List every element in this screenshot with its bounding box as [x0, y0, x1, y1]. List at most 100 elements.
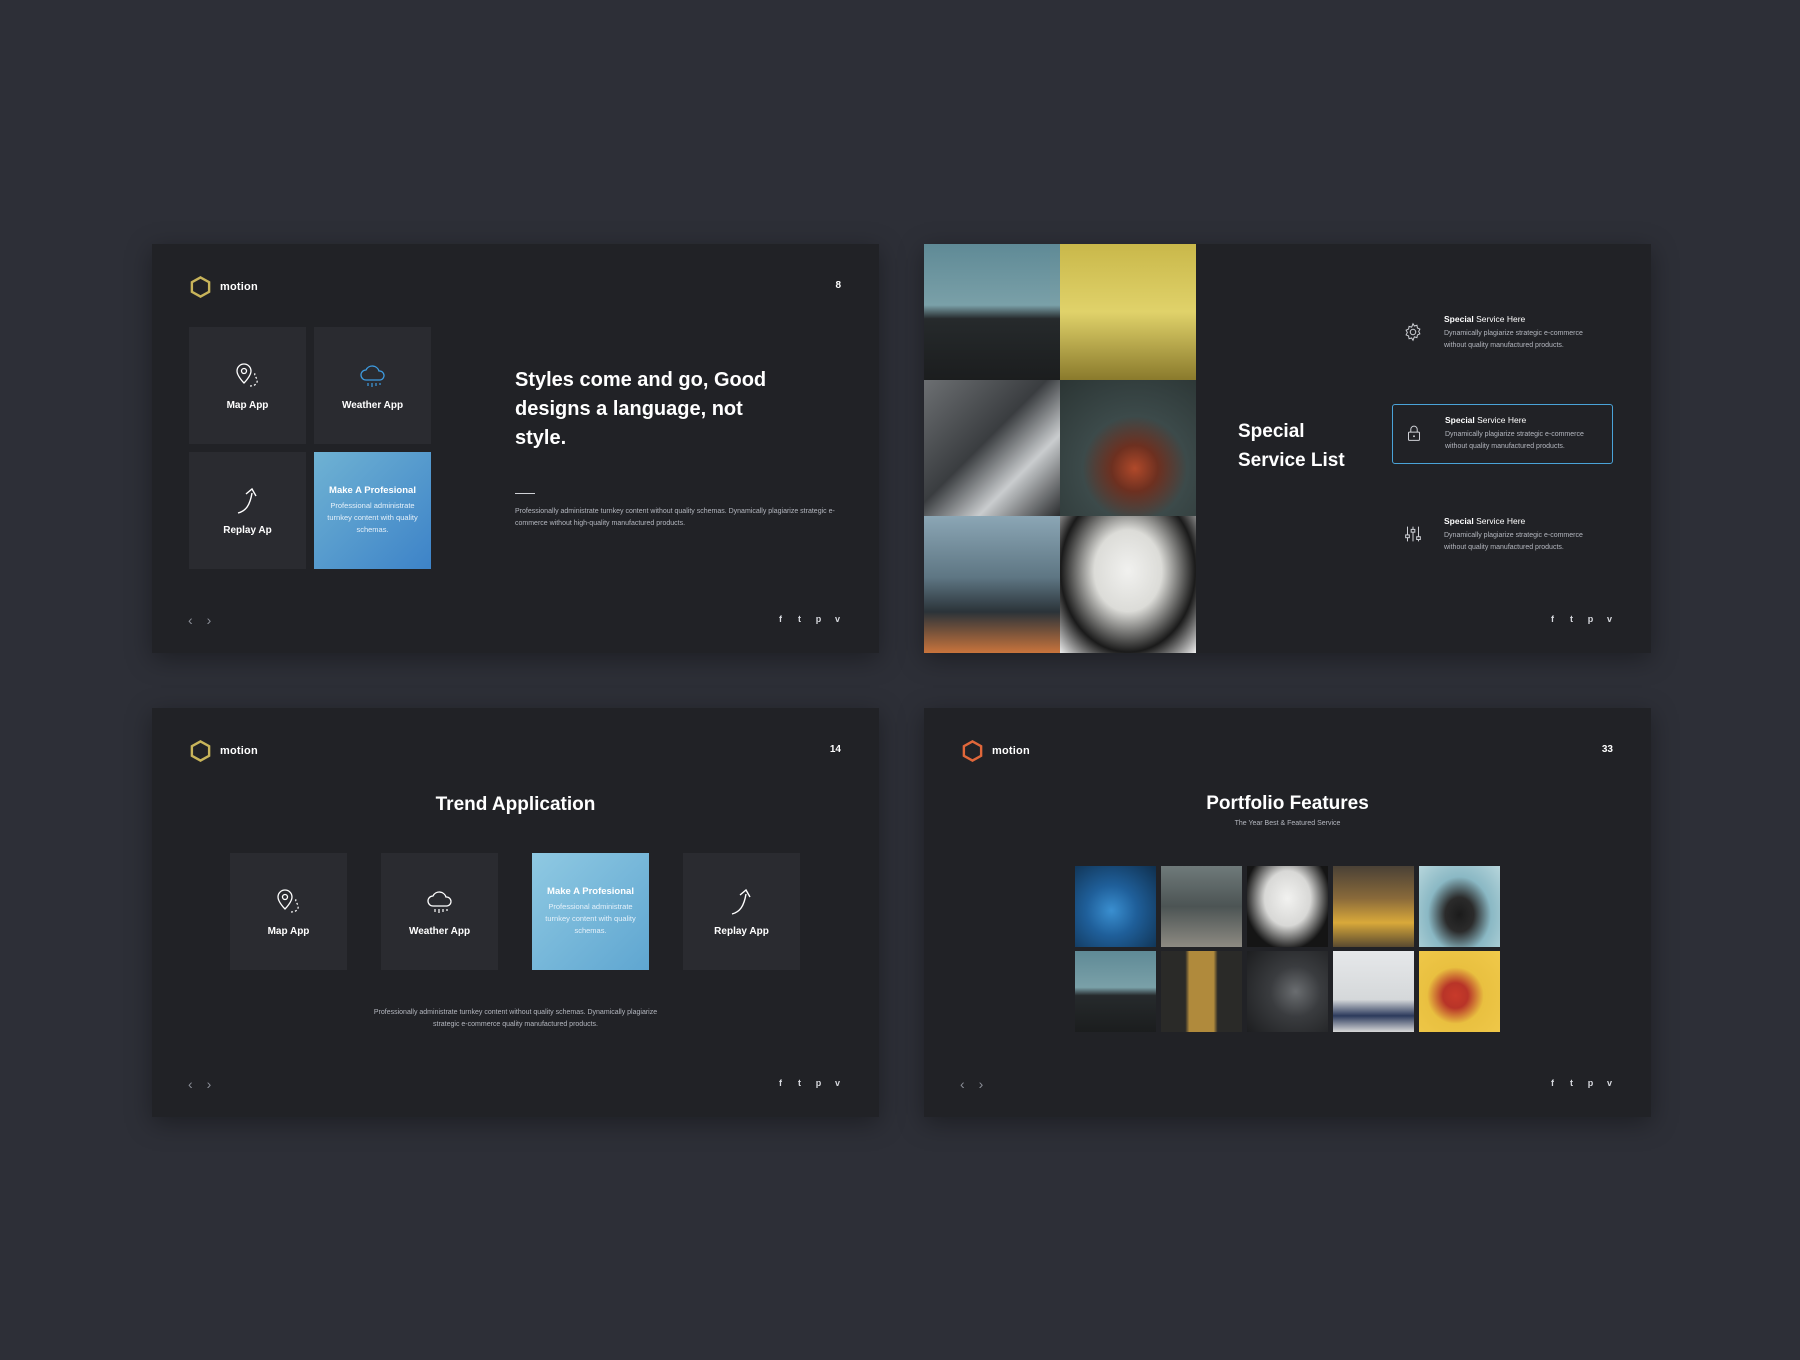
- description: Professionally administrate turnkey cont…: [515, 508, 835, 527]
- tile-label: Weather App: [408, 926, 471, 937]
- portfolio-photo[interactable]: [1247, 866, 1328, 947]
- portfolio-photo[interactable]: [1333, 951, 1414, 1032]
- service-item[interactable]: Special Service Here Dynamically plagiar…: [1392, 506, 1613, 566]
- prev-arrow-icon[interactable]: ‹: [188, 1077, 193, 1091]
- tile-map-app[interactable]: Map App: [189, 327, 306, 444]
- sliders-icon: [1405, 526, 1421, 542]
- tile-label: Map App: [226, 400, 269, 411]
- service-desc: Dynamically plagiarize strategic e-comme…: [1445, 431, 1584, 450]
- photo-hiker: [1060, 380, 1196, 516]
- twitter-icon[interactable]: t: [1567, 614, 1576, 624]
- cloud-rain-icon: [426, 891, 452, 913]
- slide-trend-application: motion 14 Trend Application Map App Weat…: [152, 708, 879, 1117]
- portfolio-photo[interactable]: [1247, 951, 1328, 1032]
- vimeo-icon[interactable]: v: [1605, 1078, 1614, 1088]
- pinterest-icon[interactable]: p: [814, 1078, 823, 1088]
- slide-title: Trend Application: [435, 794, 596, 815]
- twitter-icon[interactable]: t: [1567, 1078, 1576, 1088]
- portfolio-photo[interactable]: [1161, 951, 1242, 1032]
- vimeo-icon[interactable]: v: [833, 614, 842, 624]
- pinterest-icon[interactable]: p: [1586, 614, 1595, 624]
- photo-city-highway: [924, 516, 1060, 653]
- highlight-text: Professional administrate turnkey conten…: [327, 501, 418, 534]
- social-links: f t p v: [776, 614, 842, 624]
- social-links: f t p v: [1548, 614, 1614, 624]
- tile-make-profesional[interactable]: Make A Profesional Professional administ…: [314, 452, 431, 569]
- gear-icon: [1405, 322, 1421, 342]
- tile-weather-app[interactable]: Weather App: [314, 327, 431, 444]
- map-pin-icon: [235, 363, 258, 387]
- vimeo-icon[interactable]: v: [1605, 614, 1614, 624]
- facebook-icon[interactable]: f: [776, 1078, 785, 1088]
- social-links: f t p v: [776, 1078, 842, 1088]
- facebook-icon[interactable]: f: [1548, 614, 1557, 624]
- prev-arrow-icon[interactable]: ‹: [960, 1077, 965, 1091]
- quote: Styles come and go, Good designs a langu…: [515, 369, 767, 449]
- lock-icon: [1407, 425, 1421, 441]
- facebook-icon[interactable]: f: [1548, 1078, 1557, 1088]
- tile-label: Replay Ap: [223, 525, 272, 536]
- pinterest-icon[interactable]: p: [814, 614, 823, 624]
- portfolio-grid: [1075, 866, 1500, 1032]
- tile-replay-app[interactable]: Replay Ap: [189, 452, 306, 569]
- map-pin-icon: [276, 889, 299, 913]
- next-arrow-icon[interactable]: ›: [207, 613, 212, 627]
- slide-title: Portfolio Features: [1206, 793, 1369, 814]
- service-item[interactable]: Special Service Here Dynamically plagiar…: [1392, 304, 1613, 364]
- page-number: 33: [1601, 744, 1613, 755]
- tile-weather-app[interactable]: Weather App: [381, 853, 498, 970]
- facebook-icon[interactable]: f: [776, 614, 785, 624]
- portfolio-photo[interactable]: [1419, 951, 1500, 1032]
- service-desc: Dynamically plagiarize strategic e-comme…: [1444, 330, 1583, 349]
- next-arrow-icon[interactable]: ›: [207, 1077, 212, 1091]
- brand-name: motion: [992, 745, 1030, 757]
- tile-map-app[interactable]: Map App: [230, 853, 347, 970]
- slide-nav: ‹ ›: [188, 1077, 211, 1091]
- tile-replay-app[interactable]: Replay App: [683, 853, 800, 970]
- brand: motion: [189, 275, 258, 299]
- slide-styles: motion 8 Map App Weather App Replay Ap M…: [152, 244, 879, 653]
- next-arrow-icon[interactable]: ›: [979, 1077, 984, 1091]
- description: Professionally administrate turnkey cont…: [373, 1009, 658, 1028]
- photo-car-mountains: [924, 380, 1060, 516]
- social-links: f t p v: [1548, 1078, 1614, 1088]
- cloud-rain-icon: [359, 365, 385, 387]
- photo-woman-sunglasses: [1060, 516, 1196, 653]
- service-desc: Dynamically plagiarize strategic e-comme…: [1444, 532, 1583, 551]
- portfolio-photo[interactable]: [1419, 866, 1500, 947]
- service-title: Special Service Here: [1444, 516, 1526, 526]
- arrow-up-icon: [237, 487, 257, 514]
- slide-nav: ‹ ›: [960, 1077, 983, 1091]
- tile-make-profesional[interactable]: Make A Profesional Professional administ…: [532, 853, 649, 970]
- divider: [515, 493, 535, 494]
- pinterest-icon[interactable]: p: [1586, 1078, 1595, 1088]
- highlight-title: Make A Profesional: [329, 485, 416, 496]
- tile-label: Weather App: [341, 400, 404, 411]
- brand-name: motion: [220, 745, 258, 757]
- tile-label: Replay App: [714, 926, 769, 937]
- page-number: 14: [829, 744, 841, 755]
- hexagon-logo-icon: [190, 276, 211, 298]
- hexagon-logo-icon: [962, 740, 983, 762]
- service-title: Special Service Here: [1445, 415, 1527, 425]
- prev-arrow-icon[interactable]: ‹: [188, 613, 193, 627]
- arrow-up-icon: [731, 888, 751, 915]
- brand: motion: [961, 739, 1030, 763]
- hexagon-logo-icon: [190, 740, 211, 762]
- service-item-active[interactable]: Special Service Here Dynamically plagiar…: [1392, 404, 1613, 464]
- photo-grid: [924, 244, 1196, 653]
- portfolio-photo[interactable]: [1333, 866, 1414, 947]
- vimeo-icon[interactable]: v: [833, 1078, 842, 1088]
- brand: motion: [189, 739, 258, 763]
- slide-portfolio: motion 33 Portfolio Features The Year Be…: [924, 708, 1651, 1117]
- twitter-icon[interactable]: t: [795, 614, 804, 624]
- portfolio-photo[interactable]: [1075, 866, 1156, 947]
- highlight-text: Professional administrate turnkey conten…: [545, 902, 636, 935]
- photo-barn: [924, 244, 1060, 380]
- twitter-icon[interactable]: t: [795, 1078, 804, 1088]
- slide-nav: ‹ ›: [188, 613, 211, 627]
- page-number: 8: [835, 280, 841, 291]
- portfolio-photo[interactable]: [1075, 951, 1156, 1032]
- photo-yellow-wall-bicycle: [1060, 244, 1196, 380]
- portfolio-photo[interactable]: [1161, 866, 1242, 947]
